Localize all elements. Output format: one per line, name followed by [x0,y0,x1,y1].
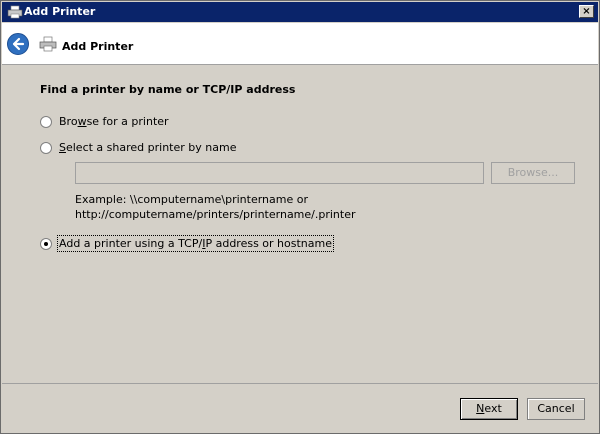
example-text: Example: \\computername\printername or h… [75,192,356,222]
radio-browse-printer[interactable] [40,116,52,128]
add-printer-window: Add Printer × Add Printer Find a printer… [0,0,600,434]
page-title: Add Printer [62,40,134,53]
printer-icon [7,5,23,19]
close-button[interactable]: × [579,5,594,18]
window-title: Add Printer [24,5,96,18]
next-button[interactable]: Next [460,398,518,420]
back-button[interactable] [7,33,29,55]
shared-printer-name-input[interactable] [75,162,484,184]
back-arrow-icon [12,37,25,51]
browse-button[interactable]: Browse... [491,162,575,184]
radio-tcpip-address[interactable] [40,238,52,250]
example-line-1: Example: \\computername\printername or [75,193,308,206]
wizard-content: Find a printer by name or TCP/IP address… [2,65,598,383]
printer-icon [39,36,57,52]
option-tcpip-label[interactable]: Add a printer using a TCP/IP address or … [56,235,335,252]
cancel-button[interactable]: Cancel [527,398,585,420]
title-bar[interactable]: Add Printer × [2,2,598,22]
radio-shared-printer[interactable] [40,142,52,154]
option-shared-label[interactable]: Select a shared printer by name [59,141,236,154]
option-browse-label[interactable]: Browse for a printer [59,115,169,128]
wizard-footer: Next Cancel [2,384,598,433]
section-heading: Find a printer by name or TCP/IP address [40,83,296,96]
example-line-2: http://computername/printers/printername… [75,208,356,221]
wizard-header: Add Printer [2,23,598,65]
